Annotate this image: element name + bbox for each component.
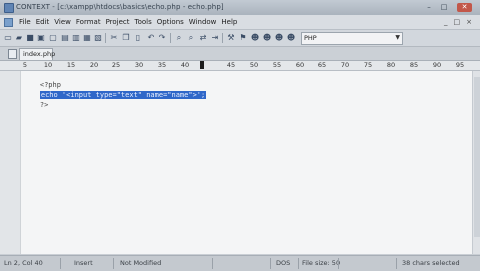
find-file-icon[interactable]: ▧ xyxy=(93,33,103,43)
status-divider xyxy=(298,258,299,269)
menu-project[interactable]: Project xyxy=(106,18,130,26)
document-minimize-button[interactable]: _ xyxy=(444,18,448,26)
status-divider xyxy=(212,258,213,269)
menu-edit[interactable]: Edit xyxy=(36,18,50,26)
menu-file[interactable]: File xyxy=(19,18,31,26)
status-divider xyxy=(113,258,114,269)
status-divider xyxy=(396,258,397,269)
code-line[interactable]: ?> xyxy=(23,93,48,117)
copy-icon[interactable]: ❐ xyxy=(121,33,131,43)
modified-state: Not Modified xyxy=(120,259,162,267)
minimize-button[interactable]: – xyxy=(423,3,435,12)
ruler-label: 20 xyxy=(89,61,99,69)
status-divider xyxy=(338,258,339,269)
find-icon[interactable]: ⌕ xyxy=(174,33,184,43)
code-line-selected[interactable]: echo '<input type="text" name="name">'; xyxy=(23,83,207,107)
ruler-label: 70 xyxy=(340,61,350,69)
toolbar: ▭ ▰ ■ ▣ ▢ ▤ ▥ ▦ ▧ ✂ ❐ ▯ ↶ ↷ ⌕ ⌕ ⇄ ⇥ ⚒ ⚑ … xyxy=(0,30,480,47)
app-icon xyxy=(4,3,14,13)
tab-index-php[interactable]: index.php xyxy=(19,48,56,60)
fold-margin[interactable] xyxy=(0,71,21,254)
language-select-value: PHP xyxy=(304,34,317,42)
print-icon[interactable]: ▤ xyxy=(60,33,70,43)
file-size: File size: 50 xyxy=(302,259,341,267)
selection-count: 38 chars selected xyxy=(402,259,460,267)
ruler-label: 15 xyxy=(66,61,76,69)
ruler-label: 95 xyxy=(455,61,465,69)
ruler-label: 5 xyxy=(22,61,28,69)
chevron-down-icon: ▼ xyxy=(395,34,400,41)
code-text: ?> xyxy=(39,101,49,109)
user-tool-2-icon[interactable]: ☻ xyxy=(262,33,272,43)
ruler-label: 85 xyxy=(409,61,419,69)
menu-bar: File Edit View Format Project Tools Opti… xyxy=(0,15,480,30)
menu-view[interactable]: View xyxy=(54,18,71,26)
toolbar-separator xyxy=(105,33,106,43)
ruler-label: 10 xyxy=(43,61,53,69)
ruler-label: 25 xyxy=(111,61,121,69)
menu-help[interactable]: Help xyxy=(221,18,237,26)
paste-icon[interactable]: ▯ xyxy=(133,33,143,43)
ruler-label: 60 xyxy=(295,61,305,69)
menu-options[interactable]: Options xyxy=(157,18,184,26)
toolbar-separator xyxy=(222,33,223,43)
ruler-label: 35 xyxy=(157,61,167,69)
find-next-icon[interactable]: ⌕ xyxy=(186,33,196,43)
user-tool-4-icon[interactable]: ☻ xyxy=(286,33,296,43)
compile-icon[interactable]: ⚒ xyxy=(226,33,236,43)
ruler: 5 10 15 20 25 30 35 40 45 50 55 60 65 70… xyxy=(0,61,480,71)
vertical-scrollbar[interactable] xyxy=(472,71,480,254)
replace-icon[interactable]: ⇄ xyxy=(198,33,208,43)
language-select[interactable]: PHP ▼ xyxy=(301,32,403,45)
menu-window[interactable]: Window xyxy=(189,18,217,26)
status-divider xyxy=(60,258,61,269)
ruler-label: 75 xyxy=(363,61,373,69)
menu-tools[interactable]: Tools xyxy=(135,18,152,26)
cut-icon[interactable]: ✂ xyxy=(109,33,119,43)
new-file-icon[interactable]: ▭ xyxy=(3,33,13,43)
ruler-label: 65 xyxy=(317,61,327,69)
ruler-label: 80 xyxy=(386,61,396,69)
bookmark-icon[interactable]: ⚑ xyxy=(238,33,248,43)
code-editor[interactable]: <?php echo '<input type="text" name="nam… xyxy=(0,71,472,254)
ruler-label: 40 xyxy=(180,61,190,69)
ruler-label: 45 xyxy=(226,61,236,69)
undo-icon[interactable]: ↶ xyxy=(146,33,156,43)
close-file-icon[interactable]: ▢ xyxy=(48,33,58,43)
toolbar-separator xyxy=(170,33,171,43)
cursor-position: Ln 2, Col 40 xyxy=(4,259,43,267)
ruler-cursor-marker xyxy=(200,61,204,69)
user-tool-3-icon[interactable]: ☻ xyxy=(274,33,284,43)
ruler-label: 30 xyxy=(134,61,144,69)
document-restore-button[interactable]: □ xyxy=(454,18,461,26)
open-folder-icon[interactable]: ▰ xyxy=(14,33,24,43)
redo-icon[interactable]: ↷ xyxy=(157,33,167,43)
status-divider xyxy=(270,258,271,269)
tab-label: index.php xyxy=(23,50,56,58)
ruler-label: 55 xyxy=(272,61,282,69)
insert-mode: Insert xyxy=(74,259,93,267)
status-bar: Ln 2, Col 40 Insert Not Modified DOS Fil… xyxy=(0,255,480,271)
close-button[interactable]: ✕ xyxy=(457,3,472,12)
ruler-label: 50 xyxy=(249,61,259,69)
go-to-line-icon[interactable]: ⇥ xyxy=(210,33,220,43)
line-ending: DOS xyxy=(276,259,291,267)
document-menu-icon[interactable] xyxy=(4,18,13,27)
selected-code-text: echo '<input type="text" name="name">'; xyxy=(39,91,207,99)
title-bar: CONTEXT - [c:\xampp\htdocs\basics\echo.p… xyxy=(0,0,480,15)
scrollbar-thumb[interactable] xyxy=(474,77,480,237)
ruler-label: 90 xyxy=(432,61,442,69)
window-title: CONTEXT - [c:\xampp\htdocs\basics\echo.p… xyxy=(16,3,224,11)
maximize-button[interactable]: □ xyxy=(438,3,450,12)
menu-format[interactable]: Format xyxy=(76,18,101,26)
document-close-button[interactable]: × xyxy=(466,18,472,26)
tab-bar: index.php xyxy=(0,47,480,61)
print-preview-icon[interactable]: ▥ xyxy=(71,33,81,43)
user-tool-1-icon[interactable]: ☻ xyxy=(250,33,260,43)
properties-icon[interactable]: ▦ xyxy=(82,33,92,43)
save-icon[interactable]: ■ xyxy=(25,33,35,43)
save-all-icon[interactable]: ▣ xyxy=(36,33,46,43)
document-icon xyxy=(8,49,17,59)
